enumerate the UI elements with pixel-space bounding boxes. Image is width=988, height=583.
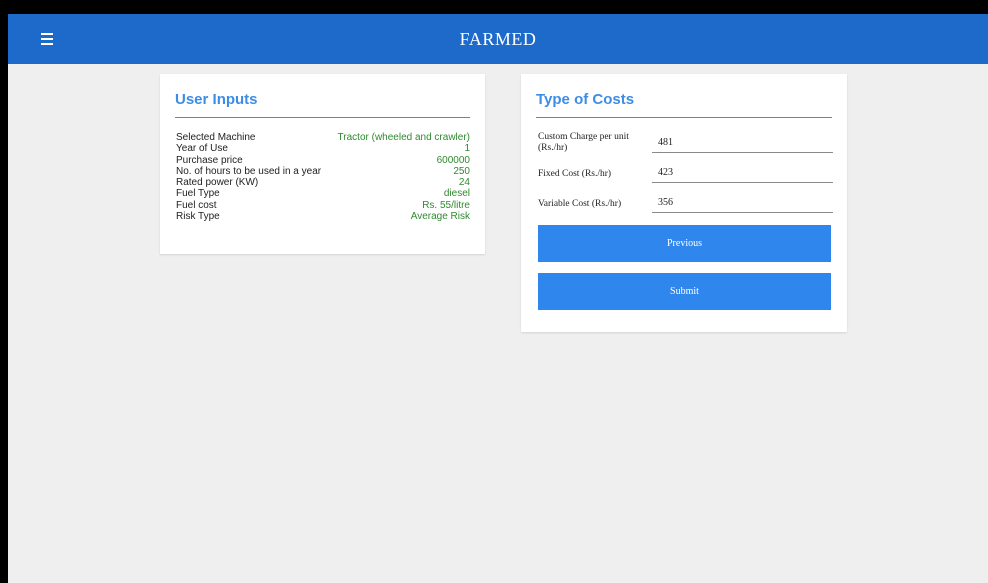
submit-button[interactable]: Submit xyxy=(538,273,831,310)
input-label: Selected Machine xyxy=(176,132,256,143)
input-row-fuel-cost: Fuel cost Rs. 55/litre xyxy=(176,200,470,211)
custom-charge-input[interactable] xyxy=(652,132,833,153)
app-window: FARMED User Inputs Selected Machine Trac… xyxy=(8,14,988,583)
user-inputs-list: Selected Machine Tractor (wheeled and cr… xyxy=(176,132,470,222)
custom-charge-label: Custom Charge per unit (Rs./hr) xyxy=(538,132,629,153)
input-label: Rated power (KW) xyxy=(176,177,259,189)
custom-charge-row: Custom Charge per unit (Rs./hr) xyxy=(538,131,834,159)
input-row-year-of-use: Year of Use 1 xyxy=(176,143,470,154)
fixed-cost-label: Fixed Cost (Rs./hr) xyxy=(538,169,612,179)
variable-cost-label: Variable Cost (Rs./hr) xyxy=(538,199,622,209)
input-row-fuel-type: Fuel Type diesel xyxy=(176,188,470,199)
input-row-risk-type: Risk Type Average Risk xyxy=(176,211,470,222)
input-value: 1 xyxy=(464,143,470,155)
hamburger-menu-icon[interactable] xyxy=(38,29,58,49)
fixed-cost-input[interactable] xyxy=(652,162,833,183)
input-row-hours-per-year: No. of hours to be used in a year 250 xyxy=(176,166,470,177)
input-label: Purchase price xyxy=(176,154,243,166)
input-row-selected-machine: Selected Machine Tractor (wheeled and cr… xyxy=(176,132,470,143)
input-row-rated-power: Rated power (KW) 24 xyxy=(176,177,470,188)
type-of-costs-divider xyxy=(536,117,832,118)
variable-cost-row: Variable Cost (Rs./hr) xyxy=(538,192,834,220)
input-label: Fuel Type xyxy=(176,188,220,200)
input-value: Tractor (wheeled and crawler) xyxy=(337,132,470,143)
fixed-cost-row: Fixed Cost (Rs./hr) xyxy=(538,162,834,190)
user-inputs-divider xyxy=(175,117,470,118)
type-of-costs-title: Type of Costs xyxy=(536,91,635,108)
user-inputs-title: User Inputs xyxy=(175,91,258,108)
user-inputs-card: User Inputs Selected Machine Tractor (wh… xyxy=(160,74,485,254)
input-label: Fuel cost xyxy=(176,199,217,211)
top-app-bar: FARMED xyxy=(8,14,988,64)
type-of-costs-card: Type of Costs Custom Charge per unit (Rs… xyxy=(521,74,847,332)
input-label: No. of hours to be used in a year xyxy=(176,165,322,177)
input-value: 250 xyxy=(453,165,470,177)
input-label: Risk Type xyxy=(176,211,220,223)
input-row-purchase-price: Purchase price 600000 xyxy=(176,155,470,166)
variable-cost-input[interactable] xyxy=(652,192,833,213)
input-value: Average Risk xyxy=(410,211,470,223)
input-label: Year of Use xyxy=(176,143,228,155)
input-value: Rs. 55/litre xyxy=(422,199,470,211)
input-value: diesel xyxy=(443,188,470,200)
input-value: 24 xyxy=(458,177,470,189)
input-value: 600000 xyxy=(436,154,470,166)
previous-button[interactable]: Previous xyxy=(538,225,831,262)
app-title: FARMED xyxy=(459,29,537,49)
